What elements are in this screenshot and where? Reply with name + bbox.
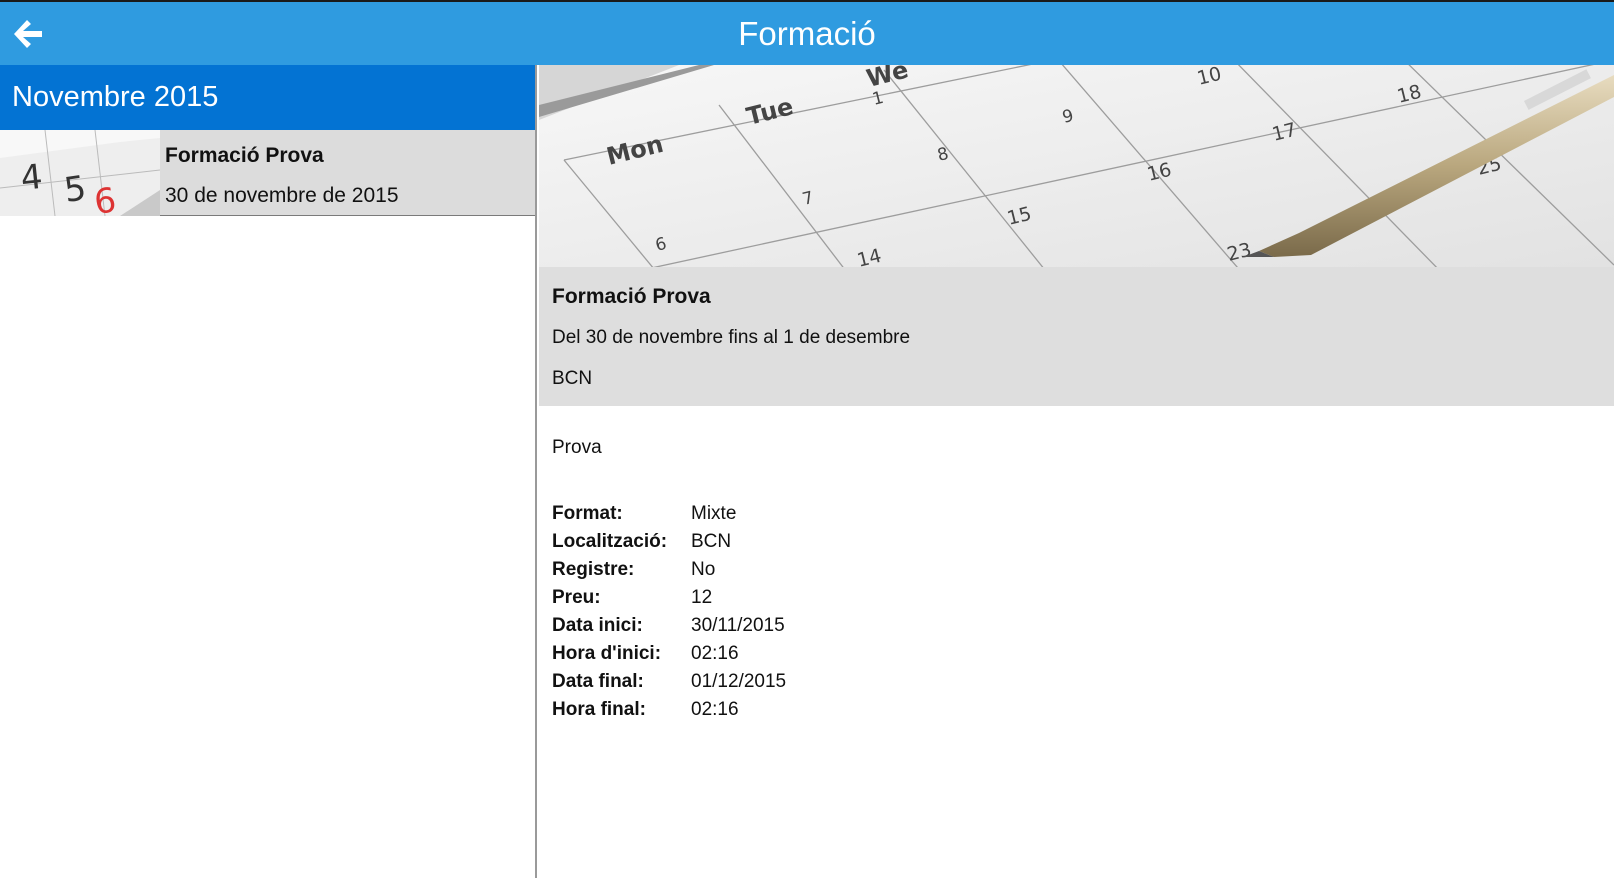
detail-row-price: Preu: 12 (552, 584, 786, 612)
list-item-title: Formació Prova (165, 144, 324, 167)
detail-row-start-time: Hora d'inici: 02:16 (552, 640, 786, 668)
list-item-date: 30 de novembre de 2015 (165, 184, 399, 207)
detail-value: 02:16 (691, 643, 739, 664)
calendar-thumbnail: 4 5 6 (0, 130, 160, 216)
detail-label: Preu: (552, 587, 601, 608)
detail-value: 12 (691, 587, 713, 608)
detail-row-end-date: Data final: 01/12/2015 (552, 668, 786, 696)
svg-text:4: 4 (19, 157, 45, 199)
detail-row-format: Format: Mixte (552, 500, 786, 528)
event-location: BCN (552, 368, 593, 389)
event-details-table: Format: Mixte Localització: BCN Registre… (552, 500, 786, 724)
detail-value: BCN (691, 531, 732, 552)
detail-row-start-date: Data inici: 30/11/2015 (552, 612, 786, 640)
detail-label: Hora d'inici: (552, 643, 662, 664)
detail-value: 01/12/2015 (691, 671, 787, 692)
event-title: Formació Prova (552, 285, 711, 308)
detail-value: Mixte (691, 503, 737, 524)
month-header: Novembre 2015 (0, 65, 535, 130)
detail-label: Data final: (552, 671, 644, 692)
calendar-banner-image: Mon Tue We 1 8 7 6 9 15 16 17 18 10 23 2… (539, 65, 1614, 267)
page-title: Formació (738, 15, 876, 52)
detail-label: Registre: (552, 559, 635, 580)
detail-value: 02:16 (691, 699, 739, 720)
detail-label: Data inici: (552, 615, 643, 636)
detail-row-location: Localització: BCN (552, 528, 786, 556)
event-summary: Formació Prova Del 30 de novembre fins a… (539, 267, 1614, 406)
detail-value: No (691, 559, 716, 580)
event-detail-pane: Mon Tue We 1 8 7 6 9 15 16 17 18 10 23 2… (539, 65, 1614, 878)
event-date-range: Del 30 de novembre fins al 1 de desembre (552, 327, 911, 348)
detail-value: 30/11/2015 (691, 615, 785, 636)
detail-label: Hora final: (552, 699, 646, 720)
top-app-bar: Formació (0, 0, 1614, 65)
detail-row-end-time: Hora final: 02:16 (552, 696, 786, 724)
detail-row-registration: Registre: No (552, 556, 786, 584)
event-description: Prova (552, 437, 602, 458)
detail-label: Format: (552, 503, 623, 524)
event-list-pane: Novembre 2015 4 5 6 Formació Prova 30 de… (0, 65, 537, 878)
detail-label: Localització: (552, 531, 668, 552)
list-item[interactable]: 4 5 6 Formació Prova 30 de novembre de 2… (0, 130, 535, 216)
